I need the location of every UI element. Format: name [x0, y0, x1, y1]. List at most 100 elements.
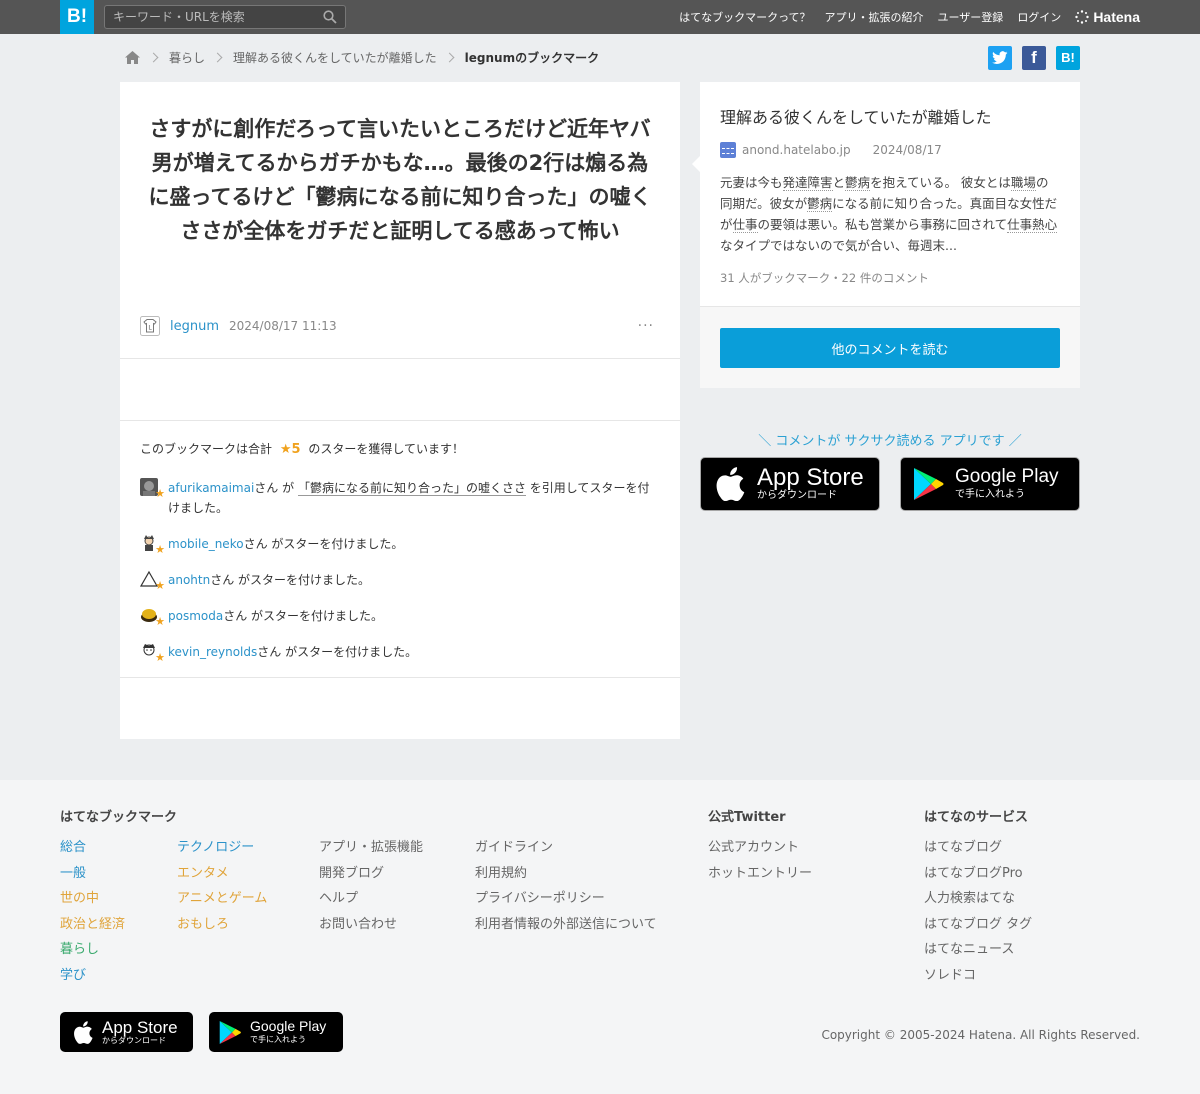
bookmark-username[interactable]: legnum	[170, 319, 219, 334]
breadcrumb-current: legnumのブックマーク	[464, 50, 600, 65]
footer-link[interactable]: 一般	[60, 866, 86, 881]
footer-link[interactable]: はてなブログ タグ	[924, 917, 1032, 932]
star-user-link[interactable]: anohtn	[168, 573, 210, 587]
search-input[interactable]	[113, 9, 313, 25]
footer-link[interactable]: ヘルプ	[319, 891, 358, 906]
more-menu-icon[interactable]: ···	[638, 318, 654, 334]
stars-count[interactable]: ★5	[280, 442, 301, 457]
user-avatar-icon[interactable]: L	[140, 316, 160, 336]
star-entry: ★ kevin_reynoldsさん がスターを付けました。	[140, 642, 660, 664]
star-quote[interactable]: 「鬱病になる前に知り合った」の嘘くささ	[297, 481, 526, 496]
hatena-share-button[interactable]: B!	[1056, 46, 1080, 70]
star-user-link[interactable]: afurikamaimai	[168, 481, 254, 495]
star-user-link[interactable]: kevin_reynolds	[168, 645, 257, 659]
site-favicon-icon	[720, 142, 736, 158]
footer-link[interactable]: 人力検索はてな	[924, 891, 1015, 906]
footer-category-list: テクノロジー エンタメ アニメとゲーム おもしろ	[177, 836, 267, 938]
google-play-subtitle: で手に入れよう	[955, 489, 1025, 500]
breadcrumb: 暮らし 理解ある彼くんをしていたが離婚した legnumのブックマーク	[124, 48, 599, 66]
app-store-text: App Store からダウンロード	[102, 1019, 178, 1046]
nav-login[interactable]: ログイン	[1017, 9, 1061, 25]
footer-link[interactable]: ソレドコ	[924, 968, 976, 983]
entry-meta[interactable]: 31 人がブックマーク・22 件のコメント	[720, 270, 929, 286]
footer-link[interactable]: はてなニュース	[924, 942, 1014, 957]
summary-keyword[interactable]: 鬱病	[807, 196, 833, 212]
footer-category-list: 総合 一般 世の中 政治と経済 暮らし 学び	[60, 836, 125, 990]
footer-link[interactable]: ホットエントリー	[708, 866, 812, 881]
facebook-f-icon: f	[1031, 48, 1037, 67]
footer-link[interactable]: ガイドライン	[475, 840, 553, 855]
google-play-icon	[219, 1020, 241, 1044]
star-user-link[interactable]: mobile_neko	[168, 537, 244, 551]
entry-domain[interactable]: anond.hatelabo.jp	[742, 143, 851, 157]
chevron-right-icon	[444, 52, 455, 62]
bookmark-datetime[interactable]: 2024/08/17 11:13	[229, 319, 337, 333]
copyright: Copyright © 2005-2024 Hatena. All Rights…	[821, 1028, 1140, 1042]
breadcrumb-category[interactable]: 暮らし	[169, 49, 205, 66]
footer-link[interactable]: 暮らし	[60, 942, 99, 957]
google-play-badge[interactable]: Google Play で手に入れよう	[900, 457, 1080, 511]
footer-bookmark-heading: はてなブックマーク	[60, 810, 178, 825]
footer-link[interactable]: アプリ・拡張機能	[319, 840, 423, 855]
facebook-share-button[interactable]: f	[1022, 46, 1046, 70]
app-store-badge[interactable]: App Store からダウンロード	[700, 457, 880, 511]
footer-link[interactable]: プライバシーポリシー	[475, 891, 605, 906]
footer-link[interactable]: 開発ブログ	[319, 866, 384, 881]
google-play-text: Google Play で手に入れよう	[955, 467, 1059, 501]
search-icon[interactable]	[323, 10, 337, 24]
home-icon[interactable]	[124, 50, 141, 65]
read-other-comments-button[interactable]: 他のコメントを読む	[720, 328, 1060, 368]
summary-keyword[interactable]: 鬱病	[845, 175, 871, 191]
avatar[interactable]: ★	[140, 606, 165, 628]
footer-link[interactable]: 世の中	[60, 891, 99, 906]
footer-link[interactable]: 利用者情報の外部送信について	[475, 917, 657, 932]
footer-link[interactable]: 総合	[60, 840, 86, 855]
footer-link[interactable]: はてなブログPro	[924, 866, 1023, 881]
hatena-bookmark-logo[interactable]: B!	[60, 0, 94, 34]
bookmark-comment: さすがに創作だろって言いたいところだけど近年ヤバ男が増えてるからガチかもな…。最…	[148, 117, 652, 243]
footer-link[interactable]: 学び	[60, 968, 86, 983]
footer-link[interactable]: エンタメ	[177, 866, 229, 881]
star-icon: ★	[155, 543, 165, 556]
summary-keyword[interactable]: 仕事	[732, 217, 758, 233]
footer-link[interactable]: はてなブログ	[924, 840, 1002, 855]
entry-card-footer: 他のコメントを読む	[700, 307, 1080, 388]
hatena-logo-icon	[1075, 10, 1090, 24]
stars-summary-prefix: このブックマークは合計	[140, 442, 273, 456]
entry-source: anond.hatelabo.jp 2024/08/17	[720, 142, 942, 158]
avatar[interactable]: ★	[140, 642, 165, 664]
avatar[interactable]: ★	[140, 570, 165, 592]
summary-keyword[interactable]: 仕事熱心	[1007, 217, 1058, 233]
stars-summary: このブックマークは合計 ★5 のスターを獲得しています！	[140, 440, 464, 457]
footer-link[interactable]: お問い合わせ	[319, 917, 397, 932]
footer-link[interactable]: アニメとゲーム	[177, 891, 267, 906]
avatar[interactable]: ★	[140, 534, 165, 556]
star-icon: ★	[155, 615, 165, 628]
star-entry-text: posmodaさん がスターを付けました。	[168, 606, 383, 626]
twitter-share-button[interactable]	[988, 46, 1012, 70]
footer-google-play-badge[interactable]: Google Play で手に入れよう	[209, 1012, 343, 1052]
chevron-right-icon	[148, 52, 159, 62]
star-user-link[interactable]: posmoda	[168, 609, 223, 623]
summary-keyword[interactable]: 職場	[1010, 175, 1036, 191]
footer-link[interactable]: 利用規約	[475, 866, 527, 881]
footer-link[interactable]: おもしろ	[177, 917, 229, 932]
summary-keyword[interactable]: 発達障害	[782, 175, 833, 191]
footer-link[interactable]: 公式アカウント	[708, 840, 799, 855]
entry-date: 2024/08/17	[872, 143, 942, 157]
footer-link[interactable]: 政治と経済	[60, 917, 125, 932]
nav-about[interactable]: はてなブックマークって？	[679, 9, 810, 25]
top-nav: はてなブックマークって？ アプリ・拡張の紹介 ユーザー登録 ログイン Haten…	[679, 0, 1140, 34]
breadcrumb-entry[interactable]: 理解ある彼くんをしていたが離婚した	[233, 49, 437, 66]
chevron-right-icon	[212, 52, 223, 62]
app-store-subtitle: からダウンロード	[102, 1035, 166, 1045]
entry-title[interactable]: 理解ある彼くんをしていたが離婚した	[720, 104, 1060, 128]
apple-icon	[74, 1020, 93, 1044]
nav-register[interactable]: ユーザー登録	[938, 9, 1004, 25]
hatena-brand[interactable]: Hatena	[1075, 9, 1140, 25]
search-box	[104, 5, 346, 29]
footer-link[interactable]: テクノロジー	[177, 840, 254, 855]
avatar[interactable]: ★	[140, 478, 165, 500]
nav-apps[interactable]: アプリ・拡張の紹介	[825, 9, 924, 25]
footer-app-store-badge[interactable]: App Store からダウンロード	[60, 1012, 193, 1052]
